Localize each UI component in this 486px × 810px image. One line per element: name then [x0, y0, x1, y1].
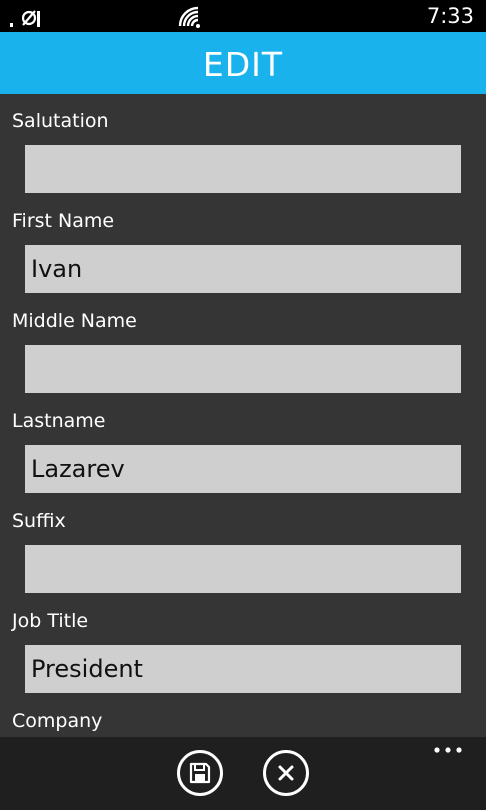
salutation-label: Salutation — [12, 110, 109, 132]
job-title-field[interactable]: President — [25, 645, 461, 693]
wifi-icon — [178, 6, 200, 28]
suffix-label: Suffix — [12, 510, 66, 532]
middle-name-label: Middle Name — [12, 310, 137, 332]
company-label: Company — [12, 710, 103, 732]
close-icon — [278, 765, 294, 781]
lastname-field[interactable]: Lazarev — [25, 445, 461, 493]
more-dots-icon[interactable] — [434, 747, 462, 753]
salutation-field[interactable] — [25, 145, 461, 193]
save-icon — [189, 762, 211, 784]
signal-no-sim-icon — [10, 10, 40, 27]
edit-form[interactable]: Salutation First Name Ivan Middle Name L… — [0, 94, 486, 737]
job-title-label: Job Title — [12, 610, 89, 632]
suffix-field[interactable] — [25, 545, 461, 593]
app-bar — [0, 737, 486, 810]
status-time: 7:33 — [426, 4, 474, 28]
edit-screen: 7:33 EDIT Salutation First Name Ivan Mid… — [0, 0, 486, 810]
page-title: EDIT — [0, 32, 486, 94]
status-bar: 7:33 — [0, 0, 486, 32]
first-name-label: First Name — [12, 210, 115, 232]
cancel-button[interactable] — [263, 750, 309, 796]
lastname-label: Lastname — [12, 410, 106, 432]
save-button[interactable] — [177, 750, 223, 796]
middle-name-field[interactable] — [25, 345, 461, 393]
first-name-field[interactable]: Ivan — [25, 245, 461, 293]
